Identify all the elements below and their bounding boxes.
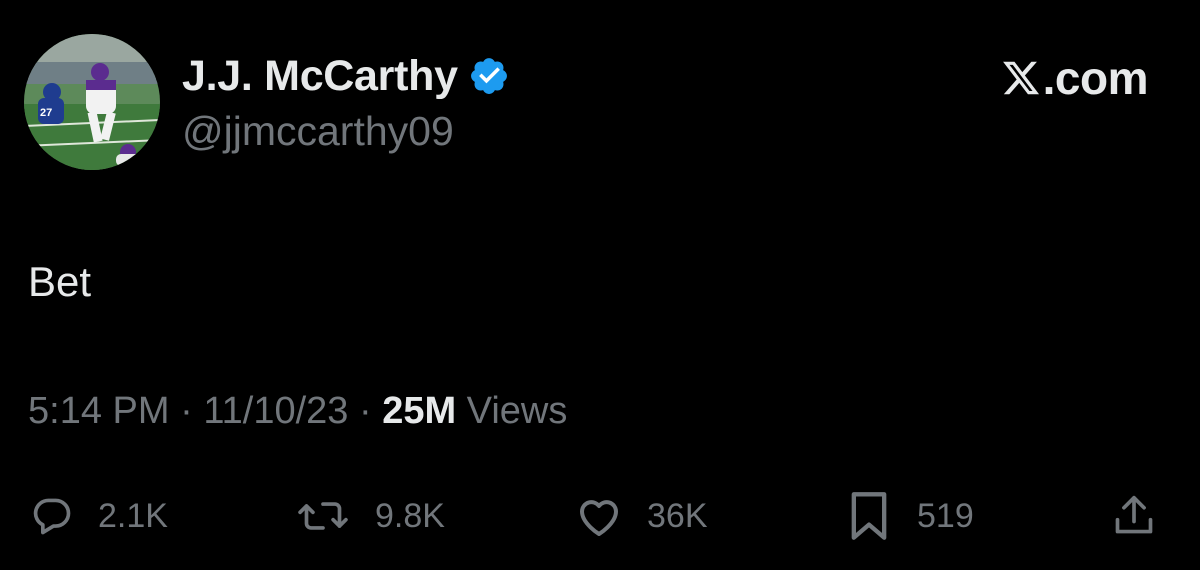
retweet-icon: [295, 494, 351, 538]
heart-icon: [575, 494, 623, 538]
meta-separator: ·: [348, 390, 383, 432]
display-name[interactable]: J.J. McCarthy: [182, 50, 510, 102]
x-logo-icon: [1001, 58, 1041, 98]
meta-separator: ·: [169, 390, 204, 432]
bookmark-count: 519: [917, 496, 974, 535]
retweet-button[interactable]: 9.8K: [295, 486, 445, 546]
avatar[interactable]: 27: [24, 34, 160, 170]
tweet-time[interactable]: 5:14 PM: [28, 390, 170, 433]
svg-text:27: 27: [40, 107, 52, 119]
action-bar: 2.1K 9.8K 36K 519: [0, 486, 1200, 546]
like-button[interactable]: 36K: [575, 486, 708, 546]
like-count: 36K: [647, 496, 708, 535]
author-handle[interactable]: @jjmccarthy09: [182, 108, 454, 155]
tweet-date[interactable]: 11/10/23: [203, 390, 348, 433]
tweet-meta: 5:14 PM · 11/10/23 · 25M Views: [28, 390, 567, 433]
verified-badge-icon[interactable]: [468, 55, 510, 97]
views-label: Views: [456, 390, 568, 432]
reply-button[interactable]: 2.1K: [30, 486, 168, 546]
views-count: 25M: [382, 390, 457, 432]
share-icon: [1112, 492, 1156, 540]
avatar-image: 27: [24, 34, 160, 170]
reply-icon: [30, 494, 74, 538]
bookmark-button[interactable]: 519: [845, 486, 974, 546]
brand-watermark: .com: [1001, 52, 1149, 104]
brand-suffix: .com: [1042, 52, 1149, 104]
author-name[interactable]: J.J. McCarthy: [182, 52, 458, 101]
share-button[interactable]: [1112, 486, 1156, 546]
reply-count: 2.1K: [98, 496, 168, 535]
tweet-text: Bet: [28, 258, 92, 305]
retweet-count: 9.8K: [375, 496, 445, 535]
bookmark-icon: [845, 490, 893, 542]
